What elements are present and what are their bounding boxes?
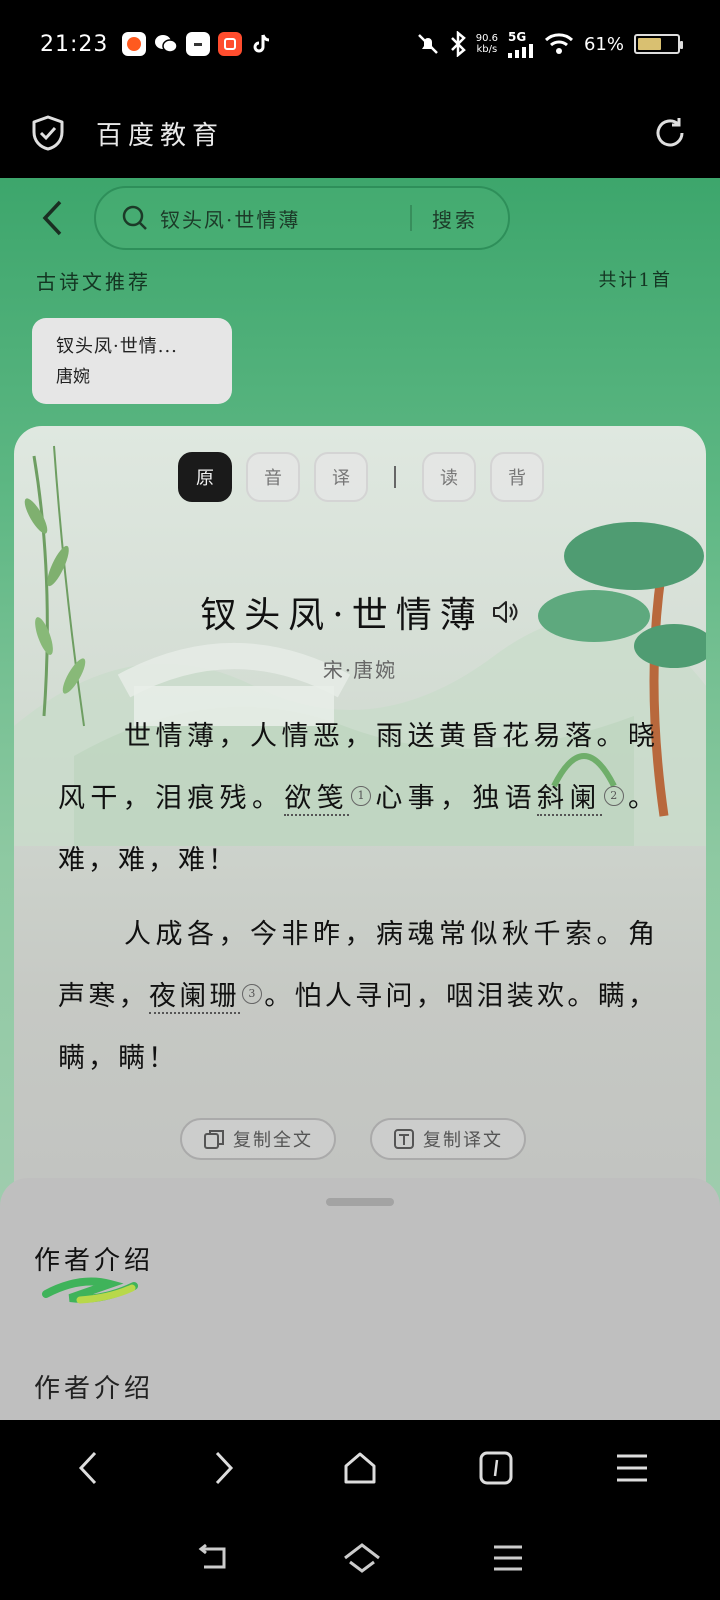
poem-body: 世情薄，人情恶，雨送黄昏花易落。晓风干，泪痕残。欲笺 1 心事，独语斜阑 2 。难，难，… — [58, 706, 658, 1090]
poem-stanza-1: 世情薄，人情恶，雨送黄昏花易落。晓风干，泪痕残。欲笺 1 心事，独语斜阑 2 。难，难，… — [58, 706, 658, 892]
tab-recite[interactable]: 背 — [490, 452, 544, 502]
copy-actions: 复制全文 复制译文 — [180, 1118, 526, 1160]
home-icon — [344, 1452, 376, 1484]
network-speed: 90.6 kb/s — [476, 33, 498, 55]
cellular-signal: 5G — [507, 30, 534, 58]
battery-icon — [634, 34, 683, 54]
tab-pinyin[interactable]: 音 — [246, 452, 300, 502]
battery-level-fill — [638, 38, 662, 50]
annotated-word[interactable]: 斜阑 — [537, 783, 602, 816]
chevron-left-icon — [42, 200, 62, 236]
chevron-left-icon — [78, 1451, 97, 1485]
copy-full-text-button[interactable]: 复制全文 — [180, 1118, 336, 1160]
notification-icons — [122, 32, 274, 56]
copy-translation-button[interactable]: 复制译文 — [370, 1118, 526, 1160]
search-icon — [122, 205, 147, 230]
browser-tabs-button[interactable] — [466, 1438, 526, 1498]
system-home-icon[interactable] — [342, 1542, 382, 1574]
wifi-icon — [544, 33, 574, 54]
sheet-heading: 作者介绍 — [34, 1246, 155, 1276]
page-title: 百度教育 — [96, 120, 225, 151]
signal-bars-icon — [507, 44, 533, 58]
section-header: 古诗文推荐 共计1首 — [36, 266, 672, 295]
shield-check-icon[interactable] — [30, 115, 66, 151]
copy-full-text-label: 复制全文 — [233, 1130, 313, 1151]
wechat-app-icon — [154, 32, 179, 56]
browser-toolbar — [0, 1420, 720, 1516]
browser-forward-button[interactable] — [194, 1438, 254, 1498]
poem-title: 钗头凤·世情薄 — [200, 595, 484, 636]
search-submit-button[interactable]: 搜索 — [432, 204, 478, 233]
footnote-marker[interactable]: 2 — [603, 786, 624, 806]
search-row: 钗头凤·世情薄 搜索 — [0, 186, 720, 250]
recommendation-card[interactable]: 钗头凤·世情... 唐婉 — [32, 318, 232, 404]
search-divider — [410, 205, 412, 231]
recommendation-title: 钗头凤·世情... — [56, 336, 178, 357]
copy-translation-label: 复制译文 — [423, 1130, 503, 1151]
status-bar: 21:23 90.6 kb/s 5G 61% — [0, 0, 720, 88]
result-count: 共计1首 — [598, 270, 672, 291]
taobao-app-icon — [122, 32, 147, 56]
speaker-icon[interactable] — [490, 597, 520, 627]
poem-title-row: 钗头凤·世情薄 — [14, 586, 706, 638]
poem-text: 心事，独语 — [373, 783, 538, 814]
highlight-squiggle-decoration — [42, 1277, 138, 1304]
system-navigation-bar — [0, 1516, 720, 1600]
recommendation-author: 唐婉 — [56, 367, 90, 387]
status-indicators: 90.6 kb/s 5G 61% — [416, 30, 683, 58]
notes-app-icon — [186, 32, 211, 56]
footnote-marker[interactable]: 3 — [241, 984, 262, 1004]
tab-read[interactable]: 读 — [422, 452, 476, 502]
author-sheet: 作者介绍 作者介绍 — [0, 1178, 720, 1420]
browser-home-button[interactable] — [330, 1438, 390, 1498]
search-input[interactable]: 钗头凤·世情薄 — [160, 204, 410, 233]
tab-divider — [394, 466, 396, 488]
poem-author: 宋·唐婉 — [322, 658, 398, 682]
search-box[interactable]: 钗头凤·世情薄 搜索 — [94, 186, 510, 250]
copy-icon — [204, 1130, 224, 1149]
author-intro-title: 作者介绍 — [34, 1374, 155, 1404]
view-tabs: 原 音 译 读 背 — [178, 452, 544, 502]
battery-percent: 61% — [583, 33, 624, 55]
tab-original[interactable]: 原 — [178, 452, 232, 502]
sheet-drag-handle[interactable] — [326, 1198, 394, 1206]
tab-translation[interactable]: 译 — [314, 452, 368, 502]
main-content: 钗头凤·世情薄 搜索 古诗文推荐 共计1首 钗头凤·世情... 唐婉 原 音 译… — [0, 178, 720, 1420]
network-type: 5G — [507, 30, 527, 44]
refresh-icon[interactable] — [650, 113, 690, 153]
chevron-right-icon — [215, 1451, 234, 1485]
section-title: 古诗文推荐 — [36, 270, 151, 294]
pinduoduo-app-icon — [218, 32, 243, 56]
browser-menu-button[interactable] — [602, 1438, 662, 1498]
annotated-word[interactable]: 欲笺 — [284, 783, 350, 816]
bluetooth-icon — [450, 31, 466, 57]
system-recents-icon[interactable] — [492, 1544, 524, 1572]
tabs-count-icon — [479, 1451, 513, 1485]
browser-back-button[interactable] — [58, 1438, 118, 1498]
network-speed-value: 90.6 — [475, 33, 498, 44]
text-box-icon — [394, 1129, 414, 1149]
app-header: 百度教育 — [0, 88, 720, 178]
network-speed-unit: kb/s — [476, 44, 498, 55]
status-time: 21:23 — [40, 31, 109, 57]
annotated-word[interactable]: 夜阑珊 — [148, 981, 240, 1014]
footnote-marker[interactable]: 1 — [351, 786, 372, 806]
system-back-icon[interactable] — [196, 1543, 232, 1573]
tiktok-app-icon — [250, 32, 274, 56]
menu-icon — [617, 1454, 647, 1482]
poem-stanza-2: 人成各，今非昨，病魂常似秋千索。角声寒，夜阑珊 3 。怕人寻问，咽泪装欢。瞒，瞒，瞒… — [58, 904, 658, 1090]
back-button[interactable] — [22, 188, 82, 248]
mute-icon — [417, 34, 438, 54]
